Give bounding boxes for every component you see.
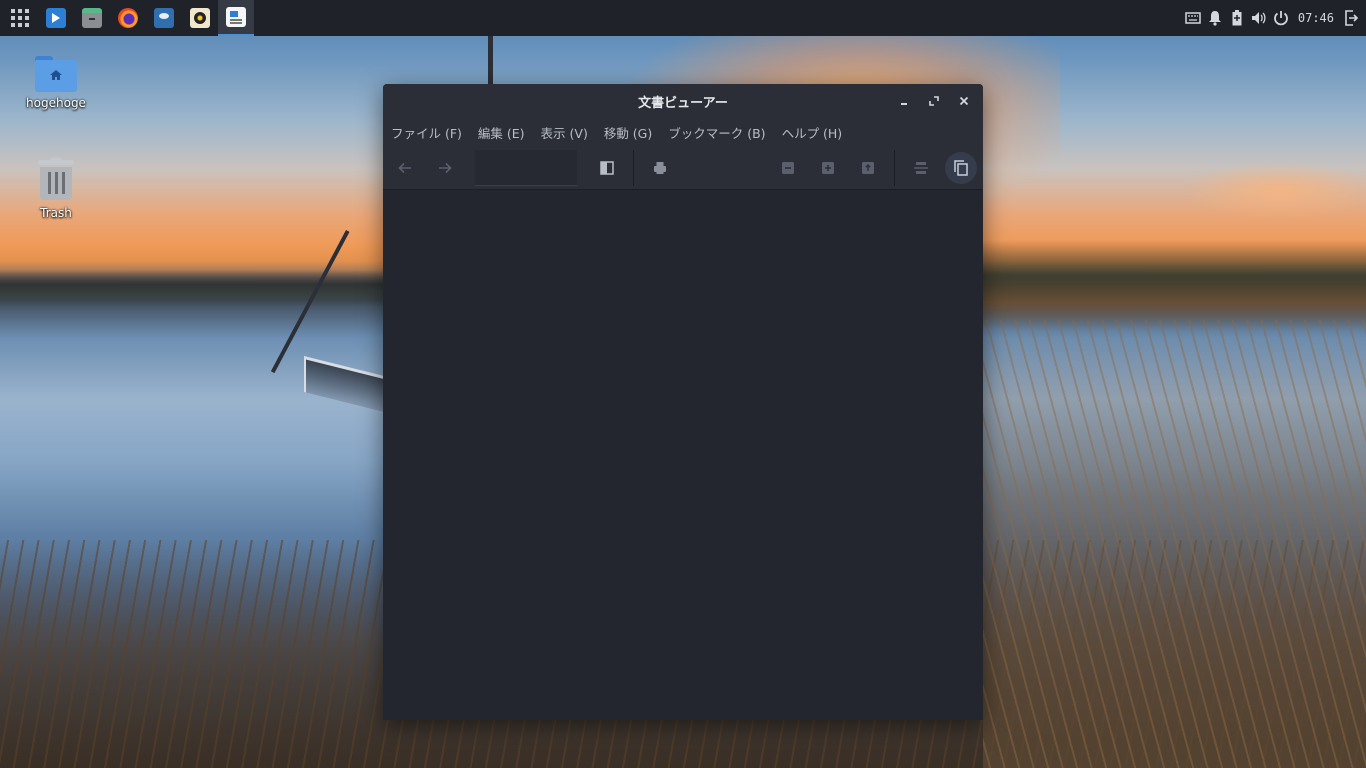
sidebar-icon [600, 161, 614, 175]
desktop-icon-label: hogehoge [26, 96, 86, 110]
menu-view[interactable]: 表示 (V) [541, 123, 588, 142]
disk-icon [154, 8, 174, 28]
close-button[interactable] [953, 90, 975, 112]
arrow-right-icon [439, 162, 452, 174]
top-panel: 07:46 [0, 0, 1366, 36]
maximize-icon [929, 96, 939, 106]
desktop-icon-label: Trash [40, 206, 72, 220]
document-viewer-window: 文書ビューアー ファイル (F) 編集 (E) 表示 (V) 移動 (G) ブッ… [383, 84, 983, 720]
menu-bar: ファイル (F) 編集 (E) 表示 (V) 移動 (G) ブックマーク (B)… [383, 118, 983, 146]
dual-page-icon [954, 160, 968, 176]
print-button[interactable] [644, 152, 676, 184]
menu-edit[interactable]: 編集 (E) [478, 123, 525, 142]
menu-file[interactable]: ファイル (F) [391, 123, 462, 142]
home-folder-icon [35, 54, 77, 92]
toolbar-separator [894, 150, 895, 186]
sunset-cloud [1180, 160, 1366, 220]
bell-icon[interactable] [1206, 9, 1224, 27]
power-icon[interactable] [1272, 9, 1290, 27]
right-reeds [983, 320, 1366, 768]
logout-icon[interactable] [1342, 9, 1360, 27]
continuous-button[interactable] [905, 152, 937, 184]
print-icon [654, 162, 666, 174]
zoom-out-button[interactable] [772, 152, 804, 184]
firefox-icon [118, 8, 138, 28]
zoom-in-icon [822, 162, 834, 174]
menu-go[interactable]: 移動 (G) [604, 123, 652, 142]
menu-help[interactable]: ヘルプ (H) [782, 123, 843, 142]
speaker-icon [190, 8, 210, 28]
forward-button[interactable] [429, 152, 461, 184]
app-launcher-button[interactable] [2, 0, 38, 36]
system-tray: 07:46 [1184, 9, 1366, 27]
taskbar-remote-desktop[interactable] [38, 0, 74, 36]
close-icon [959, 96, 969, 106]
arrow-left-icon [398, 162, 411, 174]
menu-bookmarks[interactable]: ブックマーク (B) [668, 123, 765, 142]
keyboard-icon[interactable] [1184, 9, 1202, 27]
trash-icon [38, 158, 74, 202]
desktop-icon-home[interactable]: hogehoge [16, 54, 96, 110]
clock[interactable]: 07:46 [1298, 11, 1334, 25]
window-controls [893, 84, 975, 118]
panel-left [0, 0, 254, 36]
boat-mast [488, 36, 493, 86]
maximize-button[interactable] [923, 90, 945, 112]
taskbar-disk-utility[interactable] [146, 0, 182, 36]
page-number-input[interactable] [475, 150, 577, 186]
remote-desktop-icon [46, 8, 66, 28]
volume-icon[interactable] [1250, 9, 1268, 27]
sunken-boat [304, 356, 384, 412]
continuous-icon [914, 162, 928, 174]
battery-icon[interactable] [1228, 9, 1246, 27]
zoom-out-icon [782, 162, 794, 174]
window-title: 文書ビューアー [638, 95, 728, 111]
taskbar-rhythmbox[interactable] [182, 0, 218, 36]
archive-icon [82, 8, 102, 28]
taskbar-document-viewer[interactable] [218, 0, 254, 36]
minimize-icon [901, 103, 907, 105]
back-button[interactable] [389, 152, 421, 184]
dual-page-button[interactable] [945, 152, 977, 184]
toolbar [383, 146, 983, 190]
taskbar-archive-manager[interactable] [74, 0, 110, 36]
zoom-fit-button[interactable] [852, 152, 884, 184]
zoom-in-button[interactable] [812, 152, 844, 184]
toolbar-separator [633, 150, 634, 186]
document-view-area[interactable] [383, 190, 983, 720]
taskbar-firefox[interactable] [110, 0, 146, 36]
right-shore [983, 240, 1366, 330]
desktop-icon-trash[interactable]: Trash [16, 158, 96, 220]
sidebar-toggle-button[interactable] [591, 152, 623, 184]
grid-icon [11, 9, 29, 27]
zoom-fit-icon [862, 162, 874, 174]
window-titlebar[interactable]: 文書ビューアー [383, 84, 983, 118]
minimize-button[interactable] [893, 90, 915, 112]
document-viewer-icon [226, 7, 246, 27]
